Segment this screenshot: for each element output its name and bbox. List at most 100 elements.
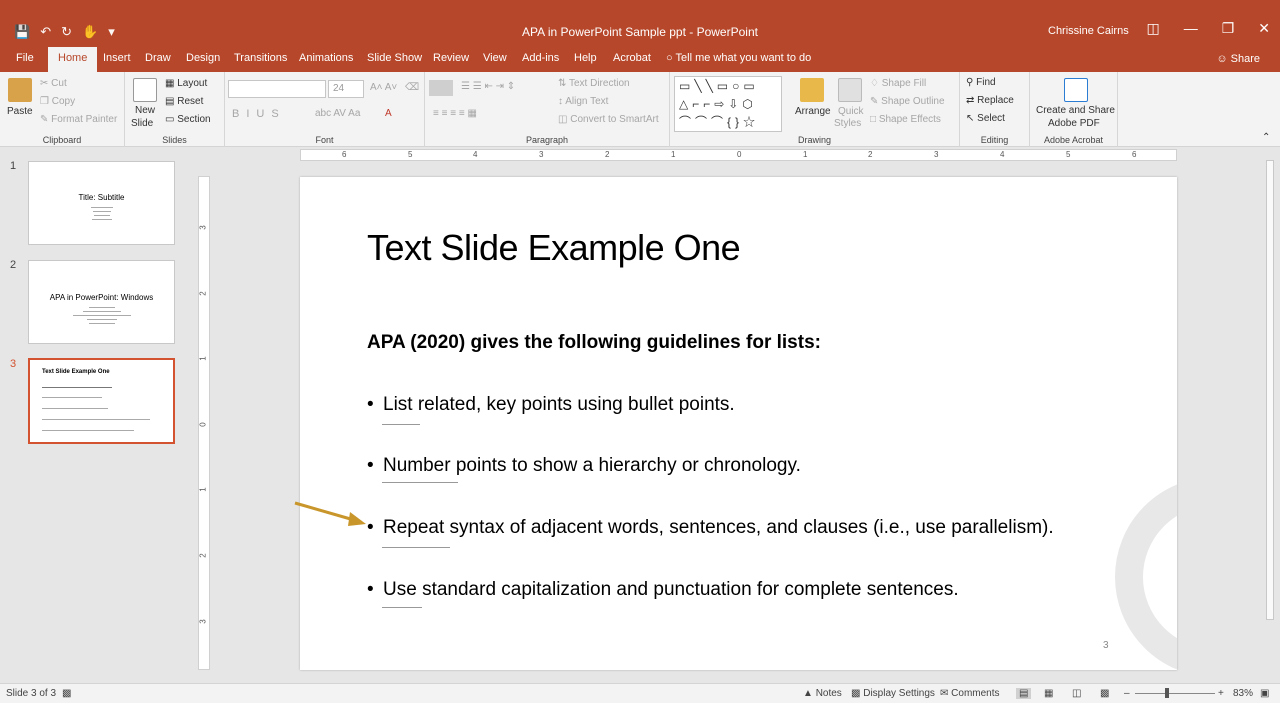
layout-icon: ▦ [165,78,178,89]
zoom-in-icon[interactable]: + [1218,688,1224,699]
user-name[interactable]: Chrissine Cairns [1048,25,1129,37]
paste-button[interactable]: Paste [7,106,33,117]
align-text-button[interactable]: ↕ Align Text [558,96,608,107]
tab-design[interactable]: Design [186,52,220,64]
replace-icon: ⇄ [966,95,978,106]
spell-underline [382,607,422,608]
shape-fill-button[interactable]: ♢ Shape Fill [870,78,926,89]
char-spacing-icon[interactable]: abc AV Aa [315,108,360,119]
share-button[interactable]: ☺ Share [1216,53,1260,65]
tab-animations[interactable]: Animations [299,52,353,64]
select-button[interactable]: ↖ Select [966,113,1005,124]
slide-thumbnail-2[interactable]: APA in PowerPoint: Windows [28,260,175,344]
normal-view-icon[interactable]: ▤ [1016,688,1032,699]
slide-thumbnail-3[interactable]: Text Slide Example One [28,358,175,444]
tab-acrobat[interactable]: Acrobat [613,52,651,64]
font-size-input[interactable]: 24 [328,80,364,98]
quick-styles-icon[interactable] [838,78,862,102]
text-direction-button[interactable]: ⇅ Text Direction [558,78,630,89]
paragraph-group: ☰ ☰ ⇤ ⇥ ⇕ ≡ ≡ ≡ ≡ ▦ ⇅ Text Direction ↕ A… [425,72,670,147]
cut-button[interactable]: ✂ Cut [40,78,67,89]
zoom-slider-handle[interactable] [1165,688,1169,698]
slides-label: Slides [162,135,187,145]
collapse-ribbon-icon[interactable]: ⌃ [1262,132,1270,143]
slide-thumbnail-1[interactable]: Title: Subtitle [28,161,175,245]
tab-help[interactable]: Help [574,52,597,64]
person-icon: ☺ [1216,53,1231,65]
tab-draw[interactable]: Draw [145,52,171,64]
shape-outline-button[interactable]: ✎ Shape Outline [870,96,945,107]
paste-icon[interactable] [8,78,32,102]
ruler-number: 3 [539,150,544,159]
tell-me-box[interactable]: ○ Tell me what you want to do [666,52,811,64]
reset-button[interactable]: ▤ Reset [165,96,203,107]
numbering-icon[interactable]: ☰ ☰ ⇤ ⇥ ⇕ [461,81,515,92]
quick-styles-button-2[interactable]: Styles [834,118,861,129]
spellcheck-icon[interactable]: ▩ [62,688,71,699]
slide-page-number: 3 [1103,640,1109,651]
vertical-scrollbar[interactable] [1263,148,1277,683]
vertical-ruler[interactable]: 3 2 1 0 1 2 3 [198,176,210,670]
find-button[interactable]: ⚲ Find [966,77,996,88]
quick-styles-button[interactable]: Quick [838,106,864,117]
bullet-item[interactable]: • Use standard capitalization and punctua… [367,579,959,601]
zoom-slider[interactable] [1135,693,1215,694]
zoom-out-icon[interactable]: – [1124,688,1130,699]
notes-icon: ▲ [803,688,816,699]
arrange-button[interactable]: Arrange [795,106,831,117]
create-pdf-button[interactable]: Create and Share [1036,105,1115,116]
bullets-icon[interactable] [429,80,453,96]
tab-file[interactable]: File [16,52,34,64]
font-name-input[interactable] [228,80,326,98]
font-group: 24 A˄ A˅ ⌫ BIUS abc AV Aa A Font [225,72,425,147]
tab-slide-show[interactable]: Slide Show [367,52,422,64]
ribbon-display-icon[interactable]: ◫ [1146,20,1159,37]
bullet-char: • [367,455,374,476]
comments-button[interactable]: ✉ Comments [940,688,1000,699]
display-settings-button[interactable]: ▩ Display Settings [851,688,935,699]
slide-title[interactable]: Text Slide Example One [367,227,741,269]
shape-effects-button[interactable]: □ Shape Effects [870,114,941,125]
convert-smartart-button[interactable]: ◫ Convert to SmartArt [558,114,659,125]
slide-intro-text[interactable]: APA (2020) gives the following guideline… [367,332,821,354]
horizontal-ruler[interactable]: 6 5 4 3 2 1 0 1 2 3 4 5 6 [300,149,1177,161]
bullet-item[interactable]: • Repeat syntax of adjacent words, senten… [367,517,1054,539]
close-icon[interactable]: ✕ [1258,20,1270,37]
tab-home[interactable]: Home [48,47,98,72]
tab-view[interactable]: View [483,52,507,64]
grow-font-icon[interactable]: A˄ A˅ [370,82,397,93]
font-color-icon[interactable]: A [385,108,392,119]
arrange-icon[interactable] [800,78,824,102]
layout-button[interactable]: ▦ Layout [165,78,207,89]
align-icons[interactable]: ≡ ≡ ≡ ≡ ▦ [433,108,477,119]
bullet-item[interactable]: • List related, key points using bullet p… [367,394,735,416]
notes-button[interactable]: ▲ Notes [803,688,842,699]
new-slide-button-2[interactable]: Slide [131,118,153,129]
bullet-item[interactable]: • Number points to show a hierarchy or ch… [367,455,801,477]
font-format-icons[interactable]: BIUS [232,108,286,120]
shapes-gallery[interactable]: ▭╲╲▭○▭ △⌐⌐⇨⇩⬡ ⌒⌒⌒{}☆ [674,76,782,132]
minimize-icon[interactable]: — [1184,20,1198,37]
restore-icon[interactable]: ❐ [1222,20,1235,37]
scrollbar-thumb[interactable] [1266,160,1274,620]
copy-button[interactable]: ❐ Copy [40,96,75,107]
replace-button[interactable]: ⇄ Replace [966,95,1014,106]
clear-format-icon[interactable]: ⌫ [405,82,419,93]
slideshow-icon[interactable]: ▩ [1100,688,1109,699]
section-button[interactable]: ▭ Section [165,114,211,125]
new-slide-icon[interactable] [133,78,157,102]
title-bar: 💾 ↶ ↻ ✋ ▾ APA in PowerPoint Sample ppt -… [0,0,1280,47]
pdf-icon[interactable] [1064,78,1088,102]
zoom-level[interactable]: 83% [1233,688,1253,699]
create-pdf-button-2[interactable]: Adobe PDF [1048,118,1100,129]
new-slide-button[interactable]: New [135,105,155,116]
reading-view-icon[interactable]: ◫ [1072,688,1081,699]
tab-transitions[interactable]: Transitions [234,52,287,64]
tab-review[interactable]: Review [433,52,469,64]
slide-sorter-icon[interactable]: ▦ [1044,688,1053,699]
tab-add-ins[interactable]: Add-ins [522,52,559,64]
fit-to-window-icon[interactable]: ▣ [1260,688,1269,699]
format-painter-button[interactable]: ✎ Format Painter [40,114,117,125]
tab-insert[interactable]: Insert [103,52,131,64]
slide-canvas[interactable]: Text Slide Example One APA (2020) gives … [300,177,1177,670]
